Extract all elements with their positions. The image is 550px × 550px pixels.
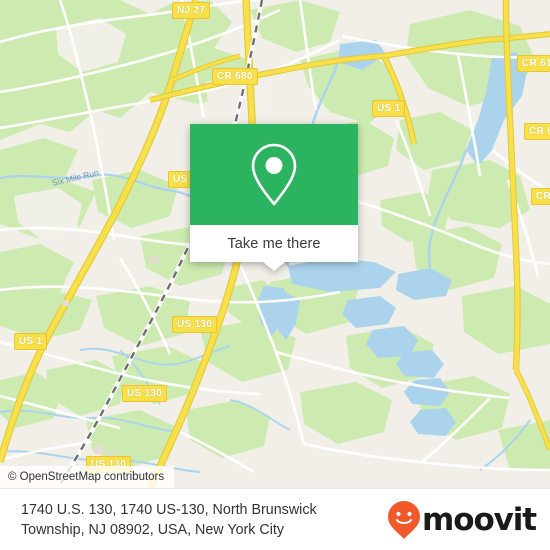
road-shield-cr-61: CR 61 [517,55,550,72]
take-me-there-label: Take me there [227,235,321,252]
address-label: 1740 U.S. 130, 1740 US-130, North Brunsw… [21,502,317,538]
poi-card-header [190,124,358,225]
moovit-wordmark: moovit [422,501,537,538]
road-shield-us-1-left: US 1 [14,333,48,350]
map-attribution[interactable]: © OpenStreetMap contributors [0,466,175,488]
map-canvas[interactable]: NJ 27 CR 680 US 1 CR 61 CR 6 CR US 1 US … [0,0,550,488]
take-me-there-button[interactable]: Take me there [190,225,358,262]
attribution-text: © OpenStreetMap contributors [8,471,165,483]
footer-content: 1740 U.S. 130, 1740 US-130, North Brunsw… [0,489,550,550]
moovit-logo[interactable]: moovit [387,500,537,540]
road-shield-cr-6: CR 6 [524,123,550,140]
road-shield-us-130-upper: US 130 [172,316,218,333]
moovit-pin-icon [388,501,421,539]
road-shield-cr: CR [531,188,550,205]
moovit-map-screenshot: NJ 27 CR 680 US 1 CR 61 CR 6 CR US 1 US … [0,0,550,550]
map-pin-icon [251,143,297,205]
callout-tail [263,262,285,271]
road-shield-nj-27: NJ 27 [172,2,211,19]
road-shield-us-1-north: US 1 [372,100,406,117]
poi-callout-card[interactable]: Take me there [190,124,358,271]
road-shield-us-130-mid: US 130 [122,385,168,402]
footer-bar: 1740 U.S. 130, 1740 US-130, North Brunsw… [0,488,550,550]
road-shield-cr-680: CR 680 [212,68,258,85]
